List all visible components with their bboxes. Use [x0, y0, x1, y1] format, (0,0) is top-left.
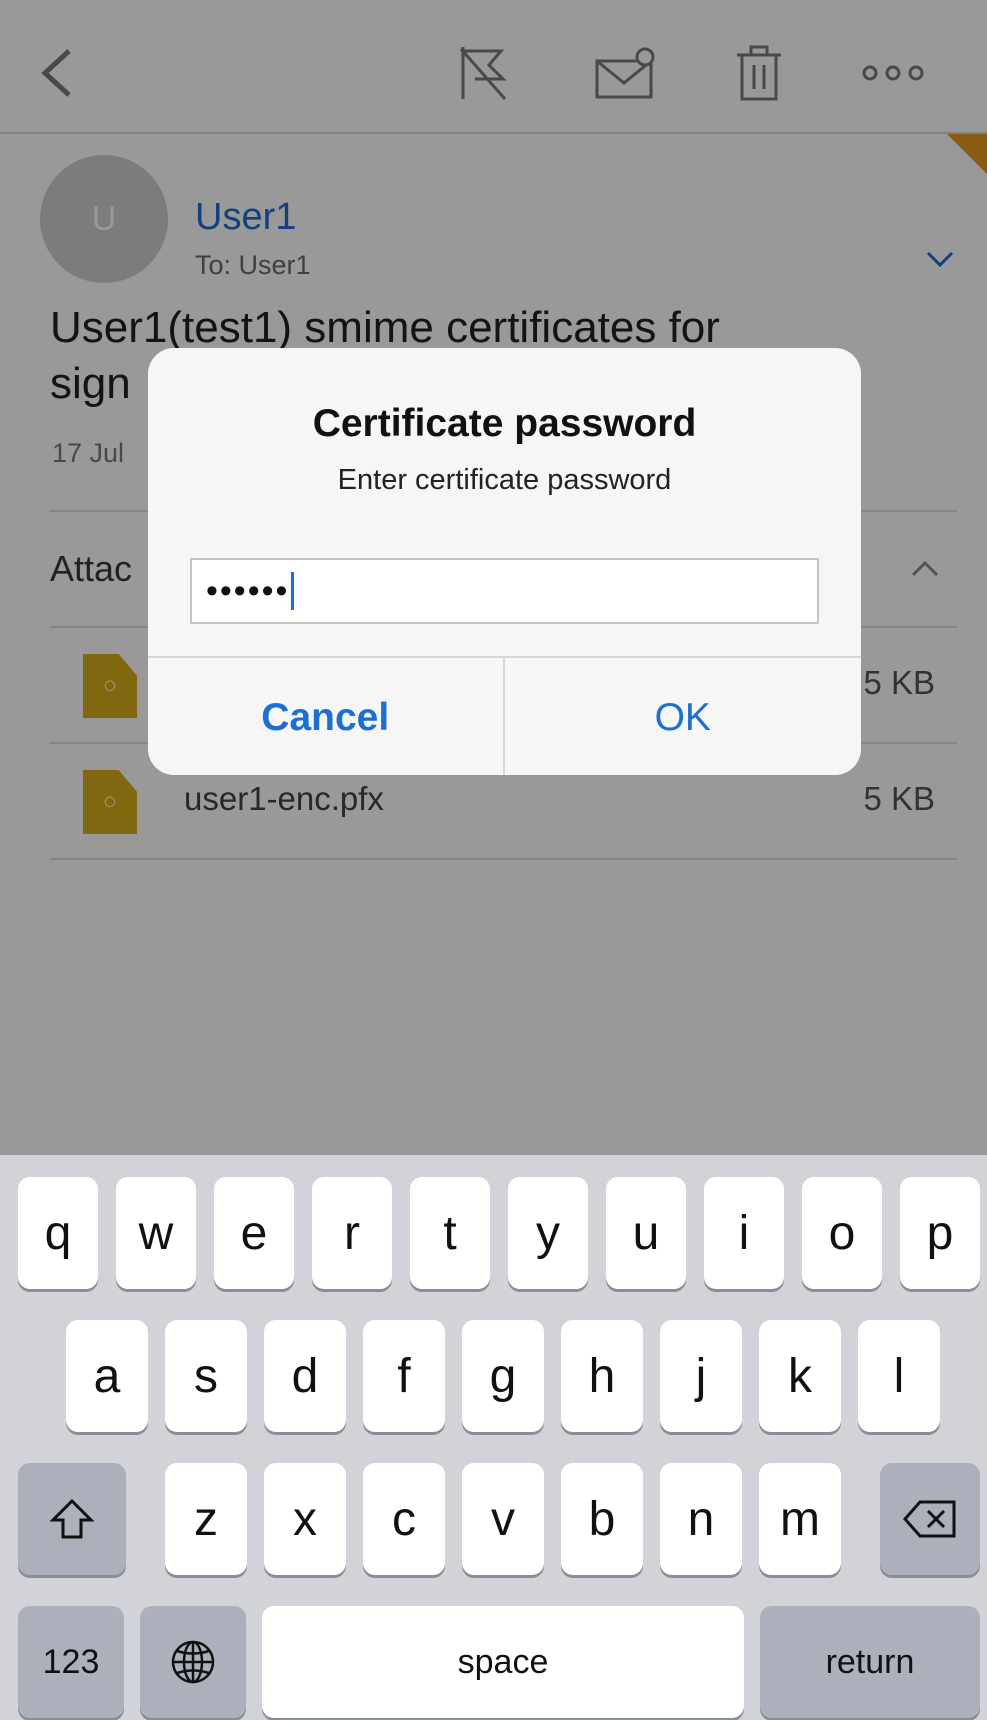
password-field[interactable]: ••••••	[190, 558, 819, 624]
key-n[interactable]: n	[660, 1463, 742, 1575]
numbers-key[interactable]: 123	[18, 1606, 124, 1718]
key-x[interactable]: x	[264, 1463, 346, 1575]
ok-button[interactable]: OK	[505, 658, 862, 775]
key-q[interactable]: q	[18, 1177, 98, 1289]
key-o[interactable]: o	[802, 1177, 882, 1289]
key-a[interactable]: a	[66, 1320, 148, 1432]
shift-arrow-icon	[50, 1498, 94, 1539]
screen: U User1 To: User1 User1(test1) smime cer…	[0, 0, 987, 1720]
key-k[interactable]: k	[759, 1320, 841, 1432]
cancel-button[interactable]: Cancel	[148, 658, 505, 775]
key-j[interactable]: j	[660, 1320, 742, 1432]
space-key[interactable]: space	[262, 1606, 744, 1718]
key-b[interactable]: b	[561, 1463, 643, 1575]
key-r[interactable]: r	[312, 1177, 392, 1289]
keyboard: q w e r t y u i o p a s d f g h j k l z …	[0, 1155, 987, 1720]
key-t[interactable]: t	[410, 1177, 490, 1289]
key-g[interactable]: g	[462, 1320, 544, 1432]
key-p[interactable]: p	[900, 1177, 980, 1289]
password-value: ••••••	[206, 571, 290, 610]
key-m[interactable]: m	[759, 1463, 841, 1575]
key-i[interactable]: i	[704, 1177, 784, 1289]
certificate-password-dialog: Certificate password Enter certificate p…	[148, 348, 861, 775]
globe-icon	[171, 1640, 215, 1684]
shift-key[interactable]	[18, 1463, 126, 1575]
dialog-message: Enter certificate password	[337, 464, 672, 496]
key-z[interactable]: z	[165, 1463, 247, 1575]
key-c[interactable]: c	[363, 1463, 445, 1575]
dialog-buttons: Cancel OK	[148, 656, 861, 775]
key-d[interactable]: d	[264, 1320, 346, 1432]
globe-key[interactable]	[140, 1606, 246, 1718]
key-w[interactable]: w	[116, 1177, 196, 1289]
backspace-key[interactable]	[880, 1463, 980, 1575]
key-f[interactable]: f	[363, 1320, 445, 1432]
key-y[interactable]: y	[508, 1177, 588, 1289]
key-v[interactable]: v	[462, 1463, 544, 1575]
key-l[interactable]: l	[858, 1320, 940, 1432]
key-u[interactable]: u	[606, 1177, 686, 1289]
dialog-title: Certificate password	[312, 402, 697, 445]
key-h[interactable]: h	[561, 1320, 643, 1432]
return-key[interactable]: return	[760, 1606, 980, 1718]
backspace-icon	[902, 1500, 956, 1538]
text-caret	[291, 572, 295, 610]
key-s[interactable]: s	[165, 1320, 247, 1432]
key-e[interactable]: e	[214, 1177, 294, 1289]
